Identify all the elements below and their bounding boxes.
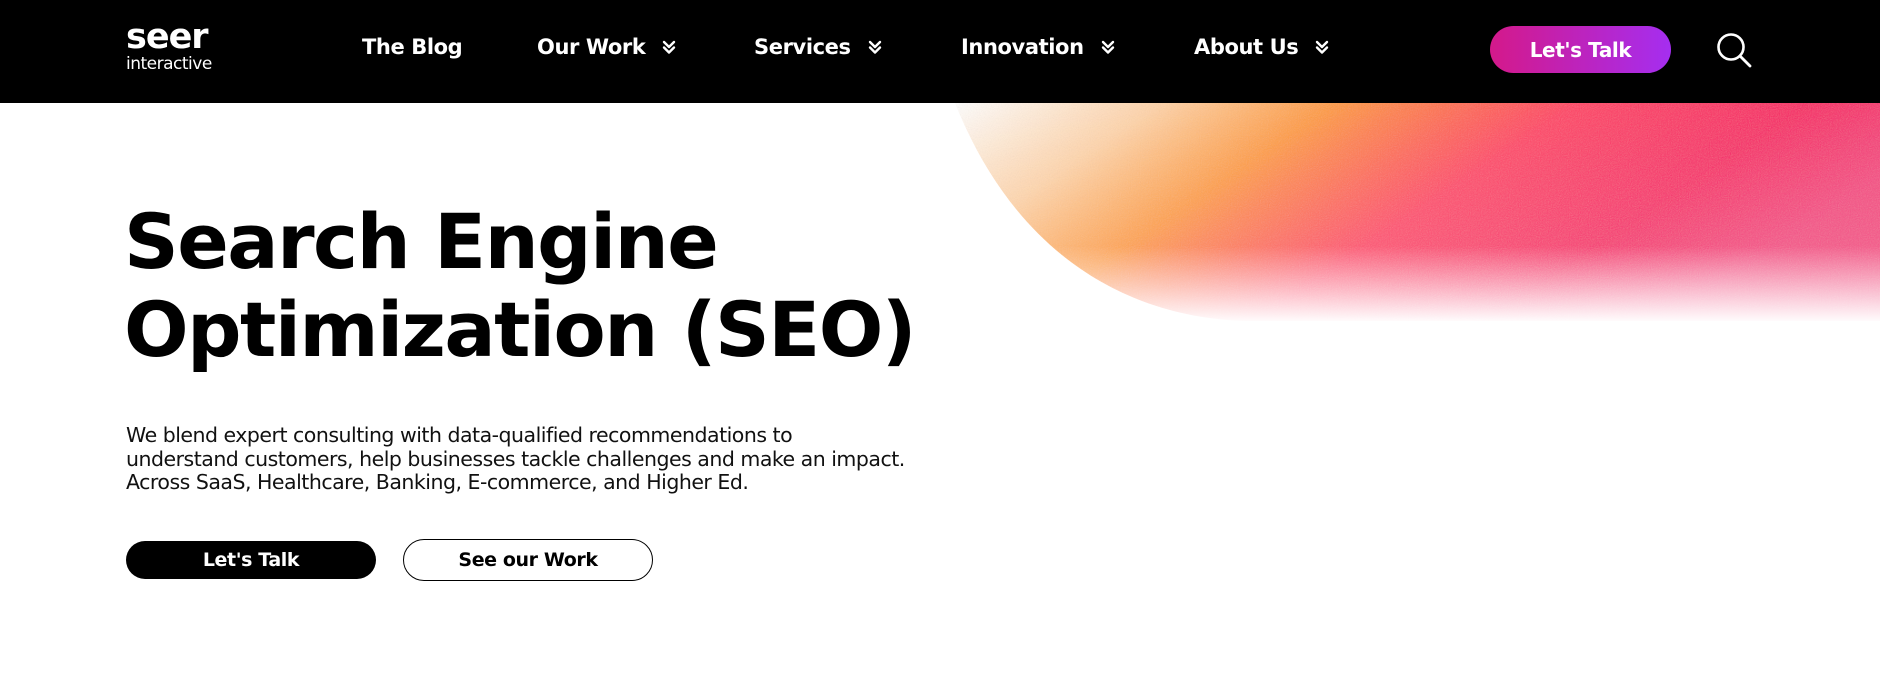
nav-item-about-us[interactable]: About Us bbox=[1194, 33, 1330, 61]
logo-tagline: interactive bbox=[126, 54, 212, 74]
seer-logo[interactable]: seer interactive bbox=[126, 17, 226, 75]
nav-item-label: Services bbox=[754, 35, 851, 59]
hero-description: We blend expert consulting with data-qua… bbox=[126, 423, 905, 494]
chevron-double-down-icon bbox=[868, 40, 881, 54]
nav-item-label: About Us bbox=[1194, 35, 1299, 59]
page: seer interactive The Blog Our Work Servi… bbox=[0, 0, 1880, 679]
page-title-line-1: Search Engine bbox=[124, 197, 719, 286]
chevron-double-down-icon bbox=[663, 40, 676, 54]
gradient-blob-shape bbox=[955, 103, 1880, 321]
logo-brand: seer bbox=[126, 17, 209, 57]
chevron-double-down-icon bbox=[1101, 40, 1114, 54]
page-title-line-2: Optimization (SEO) bbox=[124, 285, 917, 374]
chevron-double-down-icon bbox=[1316, 40, 1329, 54]
lets-talk-button[interactable]: Let's Talk bbox=[126, 541, 376, 579]
nav-item-our-work[interactable]: Our Work bbox=[537, 33, 677, 61]
page-title: Search Engine Optimization (SEO) bbox=[124, 198, 1024, 374]
top-navigation-bar: seer interactive The Blog Our Work Servi… bbox=[0, 0, 1880, 103]
nav-item-services[interactable]: Services bbox=[754, 33, 883, 61]
nav-item-label: Our Work bbox=[537, 35, 646, 59]
nav-item-label: The Blog bbox=[362, 35, 463, 59]
nav-item-label: Innovation bbox=[961, 35, 1084, 59]
search-button[interactable] bbox=[1714, 30, 1754, 70]
nav-item-the-blog[interactable]: The Blog bbox=[362, 33, 463, 61]
see-our-work-button[interactable]: See our Work bbox=[403, 539, 653, 581]
search-icon bbox=[1717, 33, 1752, 68]
nav-item-innovation[interactable]: Innovation bbox=[961, 33, 1116, 61]
lets-talk-nav-button[interactable]: Let's Talk bbox=[1490, 26, 1671, 73]
hero-gradient-decoration bbox=[955, 103, 1880, 323]
